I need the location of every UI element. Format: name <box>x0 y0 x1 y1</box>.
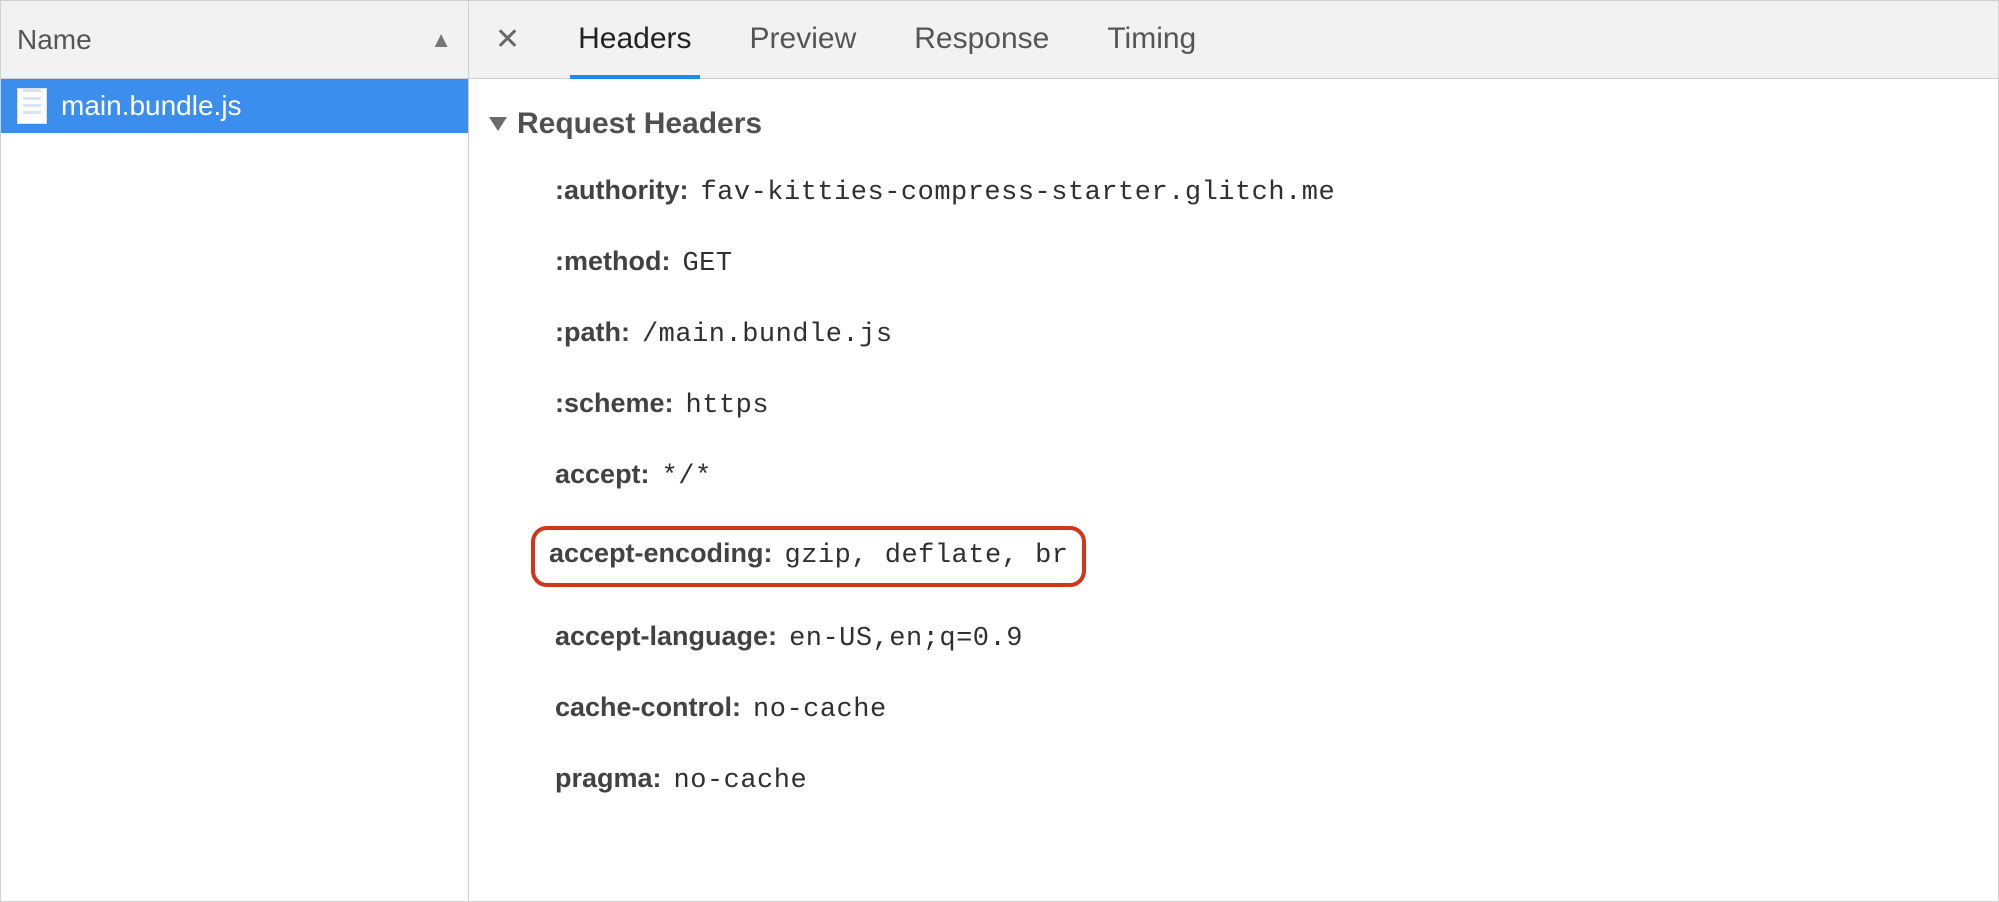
request-file-name: main.bundle.js <box>61 90 242 122</box>
header-item[interactable]: :method: GET <box>545 242 1978 283</box>
name-column-header[interactable]: Name ▲ <box>1 1 468 79</box>
header-name: :authority: <box>555 175 688 206</box>
header-item[interactable]: :scheme: https <box>545 384 1978 425</box>
request-row-main-bundle[interactable]: main.bundle.js <box>1 79 468 133</box>
header-name: accept-language: <box>555 621 777 652</box>
disclosure-triangle-icon <box>489 117 507 131</box>
header-item[interactable]: :authority: fav-kitties-compress-starter.… <box>545 171 1978 212</box>
file-icon <box>17 88 47 124</box>
details-tabs: ✕ Headers Preview Response Timing <box>469 1 1998 79</box>
headers-content: Request Headers :authority: fav-kitties-c… <box>469 79 1998 901</box>
header-item[interactable]: accept: */* <box>545 455 1978 496</box>
tab-response[interactable]: Response <box>914 1 1049 78</box>
header-value: fav-kitties-compress-starter.glitch.me <box>700 178 1335 208</box>
header-value: no-cache <box>674 766 808 796</box>
header-value: no-cache <box>753 695 887 725</box>
sort-asc-icon: ▲ <box>430 27 452 53</box>
header-value: */* <box>662 462 712 492</box>
header-name: :scheme: <box>555 388 674 419</box>
header-name: :method: <box>555 246 670 277</box>
tab-preview[interactable]: Preview <box>750 1 857 78</box>
request-headers-section[interactable]: Request Headers <box>489 107 1978 141</box>
header-value: en-US,en;q=0.9 <box>789 624 1023 654</box>
header-value: GET <box>682 249 732 279</box>
header-item[interactable]: accept-encoding: gzip, deflate, br <box>531 526 1086 587</box>
headers-list: :authority: fav-kitties-compress-starter.… <box>545 171 1978 800</box>
header-name: accept-encoding: <box>549 538 773 569</box>
header-name: pragma: <box>555 763 662 794</box>
header-item[interactable]: pragma: no-cache <box>545 759 1978 800</box>
header-value: https <box>686 391 770 421</box>
name-column-label: Name <box>17 24 430 56</box>
header-item[interactable]: :path: /main.bundle.js <box>545 313 1978 354</box>
header-item[interactable]: accept-language: en-US,en;q=0.9 <box>545 617 1978 658</box>
header-item[interactable]: cache-control: no-cache <box>545 688 1978 729</box>
request-details-panel: ✕ Headers Preview Response Timing Reques… <box>469 1 1998 901</box>
header-name: :path: <box>555 317 630 348</box>
header-value: /main.bundle.js <box>642 320 893 350</box>
tab-timing[interactable]: Timing <box>1107 1 1196 78</box>
network-request-list: Name ▲ main.bundle.js <box>1 1 469 901</box>
header-name: cache-control: <box>555 692 741 723</box>
header-value: gzip, deflate, br <box>785 541 1069 571</box>
header-name: accept: <box>555 459 650 490</box>
section-title: Request Headers <box>517 107 762 141</box>
close-icon[interactable]: ✕ <box>495 22 520 57</box>
tab-headers[interactable]: Headers <box>578 1 691 78</box>
